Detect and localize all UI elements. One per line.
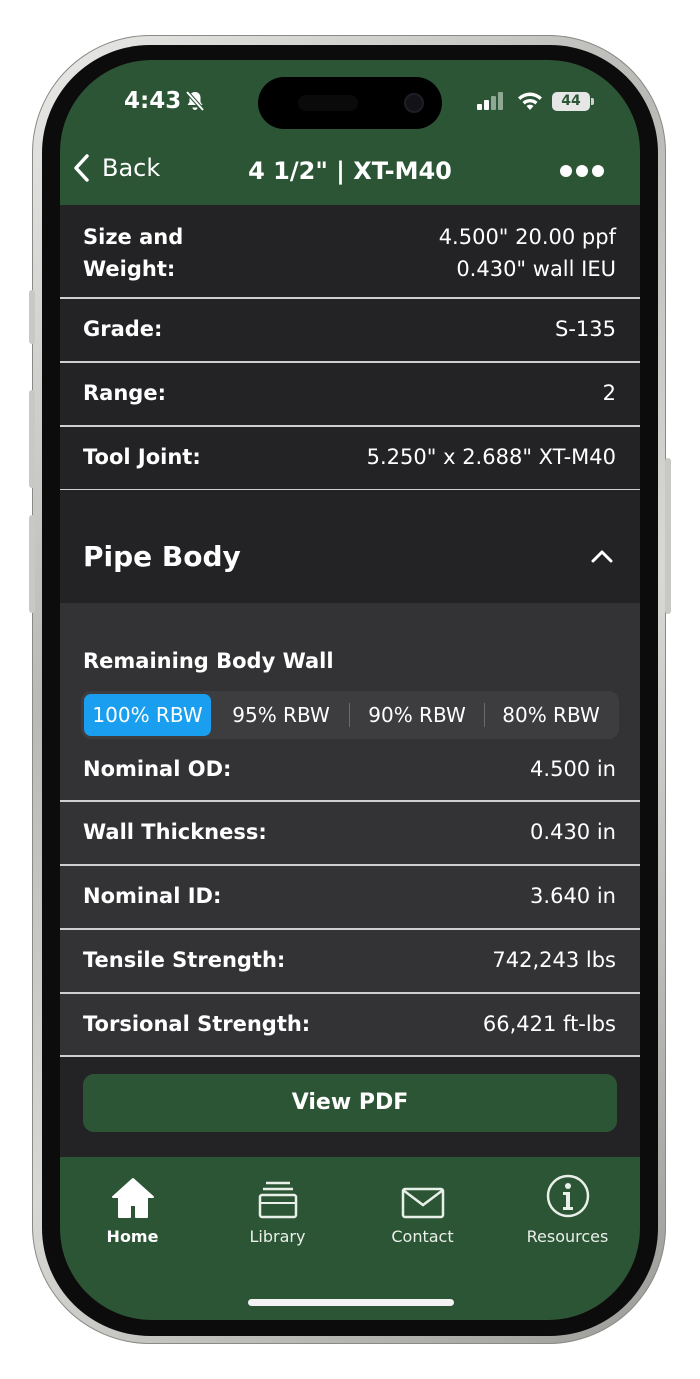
spec-value: 0.430 in (530, 820, 616, 844)
spec-label: Size and (83, 225, 184, 249)
spec-value: 3.640 in (530, 884, 616, 908)
spec-row-grade: Grade: S-135 (60, 299, 640, 363)
rbw-option-80[interactable]: 80% RBW (485, 694, 617, 736)
tab-library[interactable]: Library (205, 1169, 350, 1246)
dynamic-island (258, 77, 442, 129)
spec-value: 0.430" wall IEU (456, 257, 616, 281)
tab-contact[interactable]: Contact (350, 1169, 495, 1246)
rbw-panel: Remaining Body Wall 100% RBW 95% RBW 90%… (60, 603, 640, 743)
spec-row-tool-joint: Tool Joint: 5.250" x 2.688" XT-M40 (60, 427, 640, 491)
top-bar: 4:43 44 Back 4 1/2" | XT-M40 (60, 60, 640, 205)
spec-label: Nominal ID: (83, 884, 222, 908)
home-indicator[interactable] (248, 1299, 454, 1306)
action-button (29, 290, 35, 344)
more-options-icon[interactable] (560, 164, 604, 178)
page-title: 4 1/2" | XT-M40 (248, 157, 452, 185)
cellular-signal-icon (477, 92, 503, 110)
rbw-title: Remaining Body Wall (83, 649, 334, 673)
chevron-up-icon[interactable] (591, 549, 613, 563)
spec-value: 2 (602, 381, 616, 405)
volume-down-button (29, 515, 35, 613)
tab-label: Home (106, 1227, 159, 1246)
tab-label: Resources (526, 1227, 609, 1246)
spec-value: 742,243 lbs (492, 948, 616, 972)
tab-bar: Home Library Contact Resources (60, 1157, 640, 1320)
spec-row-size-weight: Size and Weight: 4.500" 20.00 ppf 0.430"… (60, 205, 640, 299)
spec-label: Range: (83, 381, 166, 405)
power-button (665, 458, 671, 614)
spec-value: 5.250" x 2.688" XT-M40 (366, 445, 616, 469)
volume-up-button (29, 390, 35, 488)
envelope-icon (401, 1187, 444, 1219)
app-screen: 4:43 44 Back 4 1/2" | XT-M40 Size and We… (60, 60, 640, 1320)
home-icon (111, 1178, 154, 1218)
pipe-row-tensile-strength: Tensile Strength: 742,243 lbs (60, 930, 640, 994)
pipe-row-nominal-od: Nominal OD: 4.500 in (60, 743, 640, 802)
pipe-row-torsional-strength: Torsional Strength: 66,421 ft-lbs (60, 994, 640, 1057)
info-icon (546, 1174, 589, 1218)
pipe-row-wall-thickness: Wall Thickness: 0.430 in (60, 802, 640, 866)
section-title: Pipe Body (83, 540, 241, 573)
tab-home[interactable]: Home (60, 1169, 205, 1246)
pipe-row-nominal-id: Nominal ID: 3.640 in (60, 866, 640, 930)
view-pdf-button[interactable]: View PDF (83, 1074, 617, 1132)
spec-label: Weight: (83, 257, 176, 281)
spec-value: S-135 (555, 317, 616, 341)
spec-value: 4.500" 20.00 ppf (438, 225, 616, 249)
spec-value: 4.500 in (530, 757, 616, 781)
status-time: 4:43 (124, 88, 182, 114)
spec-value: 66,421 ft-lbs (482, 1012, 616, 1036)
bell-muted-icon (185, 90, 205, 112)
spec-row-range: Range: 2 (60, 363, 640, 427)
tab-label: Library (249, 1227, 306, 1246)
library-icon (258, 1181, 297, 1219)
pdf-area: View PDF (60, 1057, 640, 1157)
segment-divider (349, 703, 350, 727)
pipe-body-section-header[interactable]: Pipe Body (60, 490, 640, 603)
rbw-option-100[interactable]: 100% RBW (84, 694, 211, 736)
rbw-segmented-control: 100% RBW 95% RBW 90% RBW 80% RBW (81, 691, 619, 739)
spec-label: Tool Joint: (83, 445, 201, 469)
spec-label: Grade: (83, 317, 163, 341)
wifi-icon (518, 92, 542, 110)
battery-icon: 44 (552, 92, 590, 111)
spec-label: Torsional Strength: (83, 1012, 311, 1036)
spec-label: Nominal OD: (83, 757, 232, 781)
spec-label: Tensile Strength: (83, 948, 286, 972)
tab-label: Contact (391, 1227, 454, 1246)
spec-label: Wall Thickness: (83, 820, 267, 844)
rbw-option-90[interactable]: 90% RBW (351, 694, 483, 736)
camera-icon (404, 93, 424, 113)
rbw-option-95[interactable]: 95% RBW (216, 694, 346, 736)
tab-resources[interactable]: Resources (495, 1169, 640, 1246)
